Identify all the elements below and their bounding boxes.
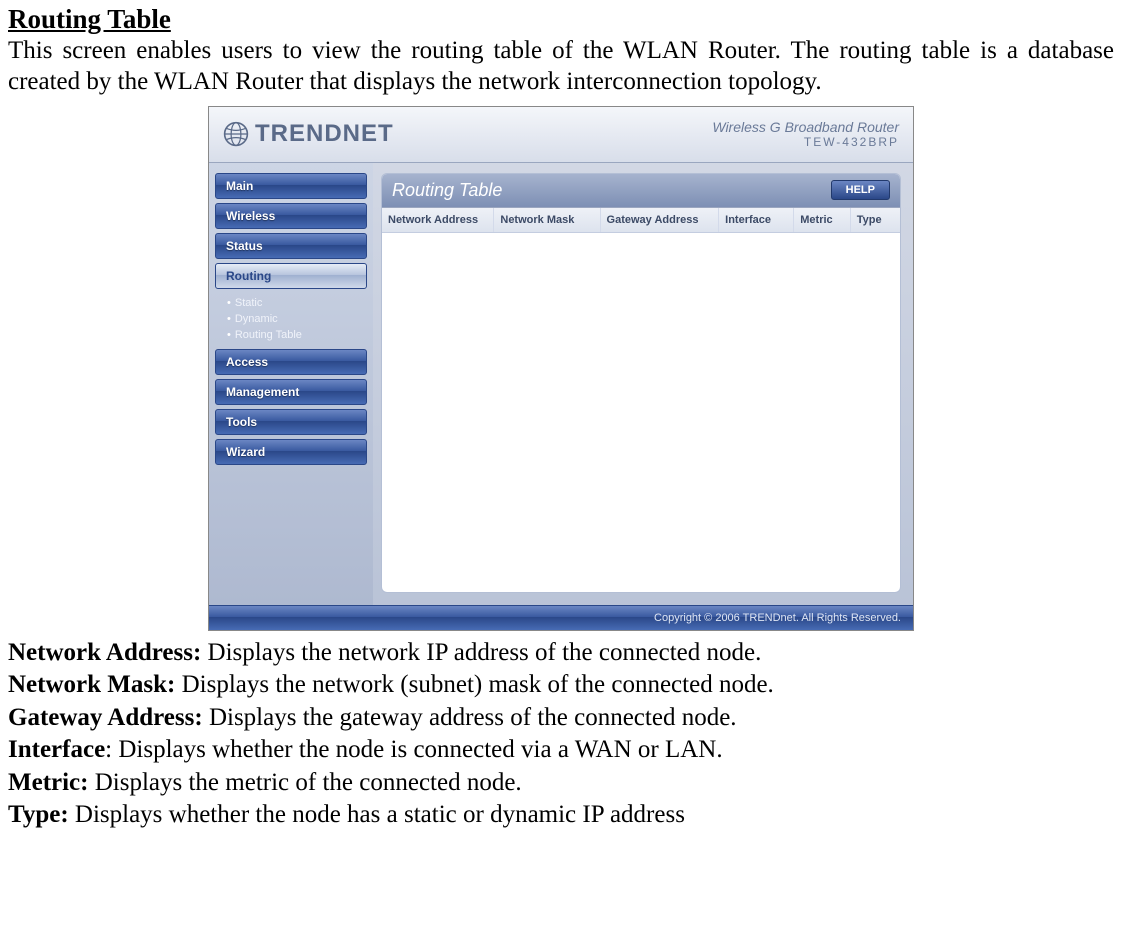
intro-paragraph: This screen enables users to view the ro… — [8, 35, 1114, 98]
subnav-routing-table[interactable]: •Routing Table — [227, 327, 367, 343]
router-body: Main Wireless Status Routing •Static •Dy… — [209, 163, 913, 605]
routing-table-panel: Routing Table HELP Network Address Netwo… — [381, 173, 901, 593]
nav-main[interactable]: Main — [215, 173, 367, 199]
nav-status[interactable]: Status — [215, 233, 367, 259]
main-panel-area: Routing Table HELP Network Address Netwo… — [373, 163, 913, 605]
brand-text: TRENDNET — [255, 120, 394, 148]
product-name: Wireless G Broadband Router TEW-432BRP — [712, 119, 899, 149]
product-line: Wireless G Broadband Router — [712, 119, 899, 135]
def-gateway-address: Gateway Address: Displays the gateway ad… — [8, 702, 1114, 735]
def-network-address: Network Address: Displays the network IP… — [8, 637, 1114, 670]
section-title: Routing Table — [8, 4, 1114, 35]
def-type: Type: Displays whether the node has a st… — [8, 799, 1114, 832]
panel-header: Routing Table HELP — [382, 174, 900, 208]
nav-wizard[interactable]: Wizard — [215, 439, 367, 465]
col-network-mask: Network Mask — [494, 208, 600, 232]
col-type: Type — [851, 208, 900, 232]
subnav-dynamic[interactable]: •Dynamic — [227, 311, 367, 327]
col-metric: Metric — [794, 208, 850, 232]
col-interface: Interface — [719, 208, 794, 232]
col-gateway-address: Gateway Address — [601, 208, 720, 232]
router-header: TRENDNET Wireless G Broadband Router TEW… — [209, 107, 913, 163]
panel-title: Routing Table — [392, 180, 502, 201]
def-interface: Interface: Displays whether the node is … — [8, 734, 1114, 767]
table-header-row: Network Address Network Mask Gateway Add… — [382, 208, 900, 233]
nav-routing[interactable]: Routing — [215, 263, 367, 289]
def-network-mask: Network Mask: Displays the network (subn… — [8, 669, 1114, 702]
field-definitions: Network Address: Displays the network IP… — [8, 637, 1114, 832]
def-metric: Metric: Displays the metric of the conne… — [8, 767, 1114, 800]
sidebar-nav: Main Wireless Status Routing •Static •Dy… — [209, 163, 373, 605]
nav-routing-submenu: •Static •Dynamic •Routing Table — [215, 293, 367, 349]
col-network-address: Network Address — [382, 208, 494, 232]
product-model: TEW-432BRP — [712, 135, 899, 149]
subnav-static[interactable]: •Static — [227, 295, 367, 311]
nav-management[interactable]: Management — [215, 379, 367, 405]
nav-wireless[interactable]: Wireless — [215, 203, 367, 229]
brand-logo: TRENDNET — [223, 120, 394, 148]
globe-icon — [223, 121, 249, 147]
router-footer: Copyright © 2006 TRENDnet. All Rights Re… — [209, 605, 913, 630]
router-admin-screenshot: TRENDNET Wireless G Broadband Router TEW… — [208, 106, 914, 631]
help-button[interactable]: HELP — [831, 180, 890, 200]
nav-access[interactable]: Access — [215, 349, 367, 375]
nav-tools[interactable]: Tools — [215, 409, 367, 435]
